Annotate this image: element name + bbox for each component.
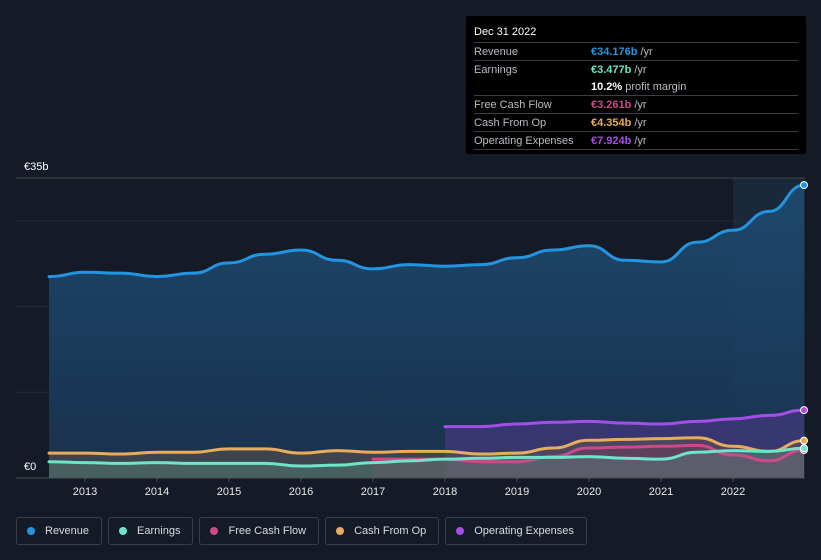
tooltip-unit: profit margin	[625, 80, 687, 93]
tooltip-label: Earnings	[474, 63, 518, 76]
tooltip-row-cash-from-op: Cash From Op €4.354b /yr	[474, 114, 798, 132]
tooltip-unit: /yr	[634, 63, 647, 76]
legend-label: Operating Expenses	[474, 525, 574, 537]
tooltip-label: Free Cash Flow	[474, 98, 552, 111]
legend-item-earnings[interactable]: Earnings	[108, 517, 194, 545]
x-tick-label: 2021	[649, 486, 673, 498]
legend-label: Free Cash Flow	[228, 525, 307, 537]
x-tick-label: 2020	[577, 486, 601, 498]
tooltip-unit: /yr	[634, 116, 647, 129]
legend-dot-icon	[210, 527, 219, 535]
legend-label: Cash From Op	[354, 525, 427, 537]
tooltip-row-earnings: Earnings €3.477b /yr	[474, 61, 798, 78]
legend-label: Earnings	[137, 525, 181, 537]
tooltip-date: Dec 31 2022	[474, 24, 798, 43]
legend-dot-icon	[119, 527, 128, 535]
tooltip-value: €4.354b	[591, 116, 632, 129]
x-tick-label: 2018	[433, 486, 457, 498]
tooltip-value: €3.261b	[591, 98, 632, 111]
x-tick-label: 2019	[505, 486, 529, 498]
tooltip-value: €7.924b	[591, 134, 632, 147]
tooltip-row-operating-expenses: Operating Expenses €7.924b /yr	[474, 132, 798, 150]
x-tick-label: 2017	[361, 486, 385, 498]
x-tick-label: 2013	[73, 486, 97, 498]
x-axis-ticks: 2013 2014 2015 2016 2017 2018 2019 2020 2021 2022	[73, 478, 745, 498]
tooltip-value: 10.2%	[591, 80, 623, 93]
legend-item-operating-expenses[interactable]: Operating Expenses	[445, 517, 587, 545]
chart-legend: Revenue Earnings Free Cash Flow Cash Fro…	[16, 517, 587, 545]
endpoint-earnings	[800, 444, 808, 453]
series-areas	[49, 185, 804, 478]
tooltip-value: €34.176b	[591, 45, 638, 58]
x-tick-label: 2014	[145, 486, 169, 498]
tooltip-unit: /yr	[640, 45, 653, 58]
endpoint-cash-from-op	[800, 436, 808, 445]
legend-item-free-cash-flow[interactable]: Free Cash Flow	[199, 517, 320, 545]
x-tick-label: 2015	[217, 486, 241, 498]
x-tick-label: 2016	[289, 486, 313, 498]
tooltip-row-profit-margin: 10.2% profit margin	[474, 78, 798, 96]
tooltip-unit: /yr	[634, 98, 647, 111]
x-tick-label: 2022	[721, 486, 745, 498]
tooltip-row-free-cash-flow: Free Cash Flow €3.261b /yr	[474, 96, 798, 114]
tooltip-label: Cash From Op	[474, 116, 547, 129]
y-axis-label-top: €35b	[24, 161, 48, 173]
tooltip-row-revenue: Revenue €34.176b /yr	[474, 43, 798, 61]
endpoint-operating-expenses	[800, 406, 808, 415]
tooltip-value: €3.477b	[591, 63, 632, 76]
tooltip-label: Revenue	[474, 45, 519, 58]
legend-dot-icon	[27, 527, 35, 535]
data-tooltip: Dec 31 2022 Revenue €34.176b /yr Earning…	[466, 16, 806, 154]
y-axis-label-zero: €0	[24, 461, 36, 473]
legend-label: Revenue	[45, 525, 90, 537]
tooltip-label: Operating Expenses	[474, 134, 574, 147]
endpoint-revenue	[800, 181, 808, 190]
legend-dot-icon	[456, 527, 465, 535]
legend-dot-icon	[336, 527, 345, 535]
tooltip-unit: /yr	[634, 134, 647, 147]
legend-item-cash-from-op[interactable]: Cash From Op	[325, 517, 440, 545]
legend-item-revenue[interactable]: Revenue	[16, 517, 103, 545]
